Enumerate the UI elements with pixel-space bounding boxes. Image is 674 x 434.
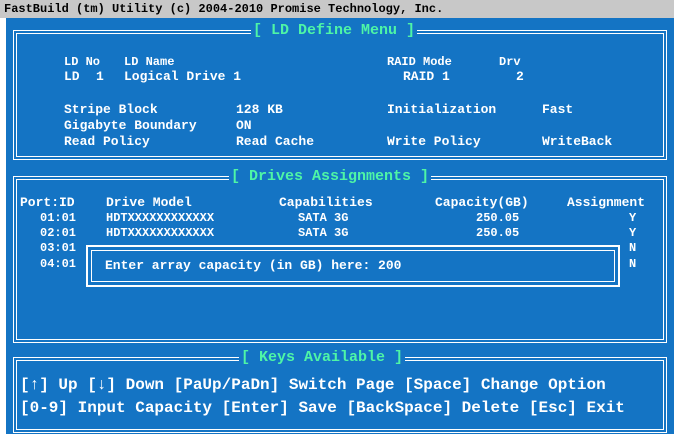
keys-line-2: [0-9] Input Capacity [Enter] Save [BackS… bbox=[20, 399, 625, 417]
ld-define-title: [ LD Define Menu ] bbox=[251, 22, 418, 39]
drive-model-header: Drive Model bbox=[106, 195, 192, 210]
stripe-block-label: Stripe Block bbox=[64, 102, 158, 117]
port-id-cell: 04:01 bbox=[40, 257, 77, 271]
drive-model-cell: HDTXXXXXXXXXXXX bbox=[106, 226, 215, 240]
bios-screen: [ LD Define Menu ] LD No LD Name RAID Mo… bbox=[6, 18, 674, 434]
write-policy-label: Write Policy bbox=[387, 134, 481, 149]
drives-assignments-title: [ Drives Assignments ] bbox=[229, 168, 432, 185]
capabilities-cell: SATA 3G bbox=[298, 226, 349, 240]
assignment-cell[interactable]: N bbox=[629, 257, 636, 272]
stripe-block-value[interactable]: 128 KB bbox=[236, 102, 283, 117]
gigabyte-boundary-label: Gigabyte Boundary bbox=[64, 118, 197, 133]
read-policy-value[interactable]: Read Cache bbox=[236, 134, 314, 149]
capacity-header: Capacity(GB) bbox=[435, 195, 529, 210]
raid-mode-value: RAID 1 bbox=[403, 69, 450, 84]
capabilities-cell: SATA 3G bbox=[298, 211, 349, 225]
title-bar: FastBuild (tm) Utility (c) 2004-2010 Pro… bbox=[0, 0, 674, 18]
ld-number: 1 bbox=[96, 69, 104, 84]
drv-value: 2 bbox=[516, 69, 524, 84]
drv-header: Drv bbox=[499, 55, 521, 69]
assignment-cell[interactable]: Y bbox=[629, 211, 636, 226]
capacity-prompt[interactable]: Enter array capacity (in GB) here: 200 bbox=[105, 258, 401, 273]
ld-define-panel: [ LD Define Menu ] LD No LD Name RAID Mo… bbox=[13, 22, 667, 160]
ld-name-value: Logical Drive 1 bbox=[124, 69, 242, 84]
capacity-cell: 250.05 bbox=[476, 211, 520, 225]
drive-model-cell: HDTXXXXXXXXXXXX bbox=[106, 211, 215, 225]
port-id-cell: 01:01 bbox=[40, 211, 77, 225]
keys-line-1: [↑] Up [↓] Down [PaUp/PaDn] Switch Page … bbox=[20, 376, 606, 394]
port-id-cell: 02:01 bbox=[40, 226, 77, 240]
keys-available-panel: [ Keys Available ] [↑] Up [↓] Down [PaUp… bbox=[13, 349, 667, 433]
write-policy-value[interactable]: WriteBack bbox=[542, 134, 612, 149]
assignment-cell[interactable]: N bbox=[629, 241, 636, 256]
initialization-label: Initialization bbox=[387, 102, 497, 117]
keys-available-title: [ Keys Available ] bbox=[239, 349, 406, 366]
initialization-value[interactable]: Fast bbox=[542, 102, 573, 117]
assignment-cell[interactable]: Y bbox=[629, 226, 636, 241]
port-id-cell: 03:01 bbox=[40, 241, 77, 255]
gigabyte-boundary-value[interactable]: ON bbox=[236, 118, 252, 133]
capacity-input-dialog[interactable]: Enter array capacity (in GB) here: 200 bbox=[86, 245, 620, 287]
ld-label: LD bbox=[64, 69, 80, 84]
ld-no-header: LD No bbox=[64, 55, 101, 69]
port-id-header: Port:ID bbox=[20, 195, 75, 210]
capacity-cell: 250.05 bbox=[476, 226, 520, 240]
raid-mode-header: RAID Mode bbox=[387, 55, 452, 69]
assignment-header: Assignment bbox=[567, 195, 646, 210]
read-policy-label: Read Policy bbox=[64, 134, 150, 149]
capabilities-header: Capabilities bbox=[279, 195, 373, 210]
ld-name-header: LD Name bbox=[124, 55, 175, 69]
